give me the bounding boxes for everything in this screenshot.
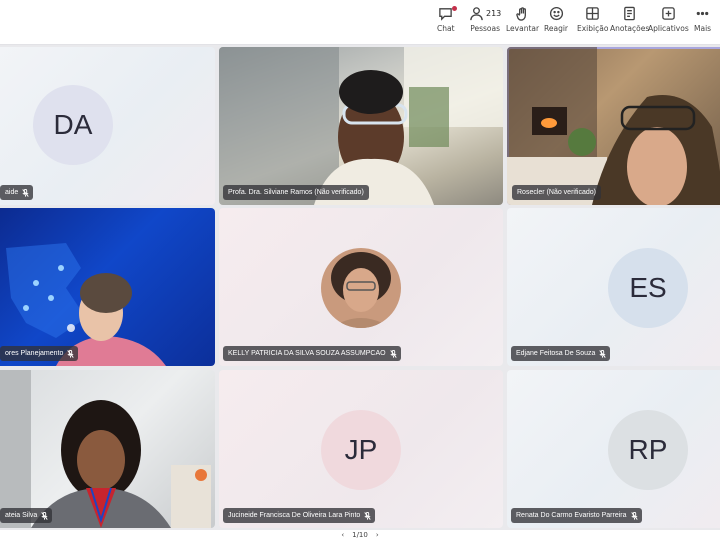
mic-muted-icon bbox=[364, 511, 371, 520]
avatar-initials: ES bbox=[629, 272, 667, 303]
participant-name: Rosecler (Não verificado) bbox=[517, 189, 596, 196]
hand-icon bbox=[516, 7, 526, 21]
smile-icon bbox=[549, 6, 563, 21]
video-feed-image bbox=[0, 370, 211, 528]
more-button[interactable]: Mais bbox=[694, 6, 711, 40]
grid-view-icon bbox=[586, 7, 599, 20]
participant-name-tag: aide bbox=[0, 185, 34, 200]
more-label: Mais bbox=[694, 24, 712, 33]
notes-button[interactable]: Anotações bbox=[610, 6, 649, 40]
video-feed-image bbox=[507, 47, 720, 205]
avatar-initials: RP bbox=[628, 434, 668, 465]
participant-name: Edjane Feitosa De Souza bbox=[516, 350, 596, 357]
participant-name: aide bbox=[5, 189, 19, 196]
mic-muted-icon bbox=[22, 188, 29, 197]
participant-tile[interactable]: KELLY PATRICIA DA SILVA SOUZA ASSUMPCAO bbox=[219, 208, 503, 366]
notes-label: Anotações bbox=[610, 24, 650, 33]
apps-button[interactable]: Aplicativos bbox=[648, 6, 689, 40]
participant-name: KELLY PATRICIA DA SILVA SOUZA ASSUMPCAO bbox=[228, 350, 386, 357]
participant-name: Jucineide Francisca De Oliveira Lara Pin… bbox=[228, 512, 361, 519]
participant-name-tag: ores Planejamento bbox=[0, 346, 79, 361]
people-icon bbox=[470, 7, 483, 21]
react-label: Reagir bbox=[544, 24, 569, 33]
apps-label: Aplicativos bbox=[648, 24, 689, 33]
participant-name-tag: Renata Do Carmo Evaristo Parreira bbox=[511, 508, 642, 523]
gallery-pagination: ‹ 1/10 › bbox=[0, 530, 720, 540]
participant-name: Renata Do Carmo Evaristo Parreira bbox=[516, 512, 627, 519]
participant-name-tag: Rosecler (Não verificado) bbox=[512, 185, 601, 200]
notification-dot bbox=[452, 6, 458, 11]
avatar: ES bbox=[608, 248, 688, 328]
avatar: RP bbox=[608, 410, 688, 490]
participant-video-tile[interactable]: ores Planejamento bbox=[0, 208, 215, 366]
participant-name-tag: ateia Silva bbox=[0, 508, 53, 523]
profile-photo-avatar bbox=[321, 248, 401, 328]
participant-name: Profa. Dra. Silviane Ramos (Não verifica… bbox=[228, 189, 364, 196]
participant-tile[interactable]: ES Edjane Feitosa De Souza bbox=[507, 208, 720, 366]
participant-video-tile-active-speaker[interactable]: Rosecler (Não verificado) bbox=[507, 47, 720, 205]
participant-video-tile[interactable]: ateia Silva bbox=[0, 370, 215, 528]
avatar: DA bbox=[33, 85, 113, 165]
people-button[interactable]: 213 Pessoas bbox=[469, 6, 501, 40]
video-feed-image bbox=[219, 47, 503, 205]
chat-icon bbox=[439, 8, 453, 21]
mic-muted-icon bbox=[67, 349, 75, 358]
more-icon bbox=[696, 11, 709, 16]
react-button[interactable]: Reagir bbox=[544, 6, 568, 40]
raise-hand-label: Levantar bbox=[506, 24, 540, 33]
meeting-toolbar: Chat 213 Pessoas Levantar Reagir Exibiçã… bbox=[0, 0, 720, 45]
notes-icon bbox=[624, 6, 635, 21]
page-indicator: 1/10 bbox=[352, 531, 368, 539]
people-label: Pessoas bbox=[470, 24, 501, 33]
participant-name: ores Planejamento bbox=[5, 350, 64, 357]
participant-tile[interactable]: RP Renata Do Carmo Evaristo Parreira bbox=[507, 370, 720, 528]
chat-label: Chat bbox=[437, 24, 455, 33]
participant-video-tile[interactable]: Profa. Dra. Silviane Ramos (Não verifica… bbox=[219, 47, 503, 205]
next-page-icon[interactable]: › bbox=[376, 531, 379, 539]
participant-tile[interactable]: DA aide bbox=[0, 47, 215, 205]
participant-name-tag: Jucineide Francisca De Oliveira Lara Pin… bbox=[223, 508, 376, 523]
mic-muted-icon bbox=[630, 511, 638, 520]
participant-name-tag: Edjane Feitosa De Souza bbox=[511, 346, 611, 361]
avatar-initials: DA bbox=[53, 109, 93, 140]
chat-button[interactable]: Chat bbox=[437, 6, 458, 40]
people-count: 213 bbox=[486, 9, 502, 18]
participant-tile[interactable]: JP Jucineide Francisca De Oliveira Lara … bbox=[219, 370, 503, 528]
participant-name-tag: Profa. Dra. Silviane Ramos (Não verifica… bbox=[223, 185, 369, 200]
avatar-initials: JP bbox=[344, 434, 378, 465]
view-label: Exibição bbox=[577, 24, 609, 33]
participant-name-tag: KELLY PATRICIA DA SILVA SOUZA ASSUMPCAO bbox=[223, 346, 401, 361]
profile-photo bbox=[331, 252, 391, 328]
raise-hand-button[interactable]: Levantar bbox=[506, 6, 539, 40]
mic-muted-icon bbox=[389, 349, 397, 358]
previous-page-icon[interactable]: ‹ bbox=[341, 531, 344, 539]
mic-muted-icon bbox=[41, 511, 48, 520]
view-button[interactable]: Exibição bbox=[577, 6, 608, 40]
avatar: JP bbox=[321, 410, 401, 490]
mic-muted-icon bbox=[599, 349, 607, 358]
add-apps-icon bbox=[662, 7, 675, 20]
participant-name: ateia Silva bbox=[5, 512, 38, 519]
video-feed-image bbox=[6, 243, 166, 366]
